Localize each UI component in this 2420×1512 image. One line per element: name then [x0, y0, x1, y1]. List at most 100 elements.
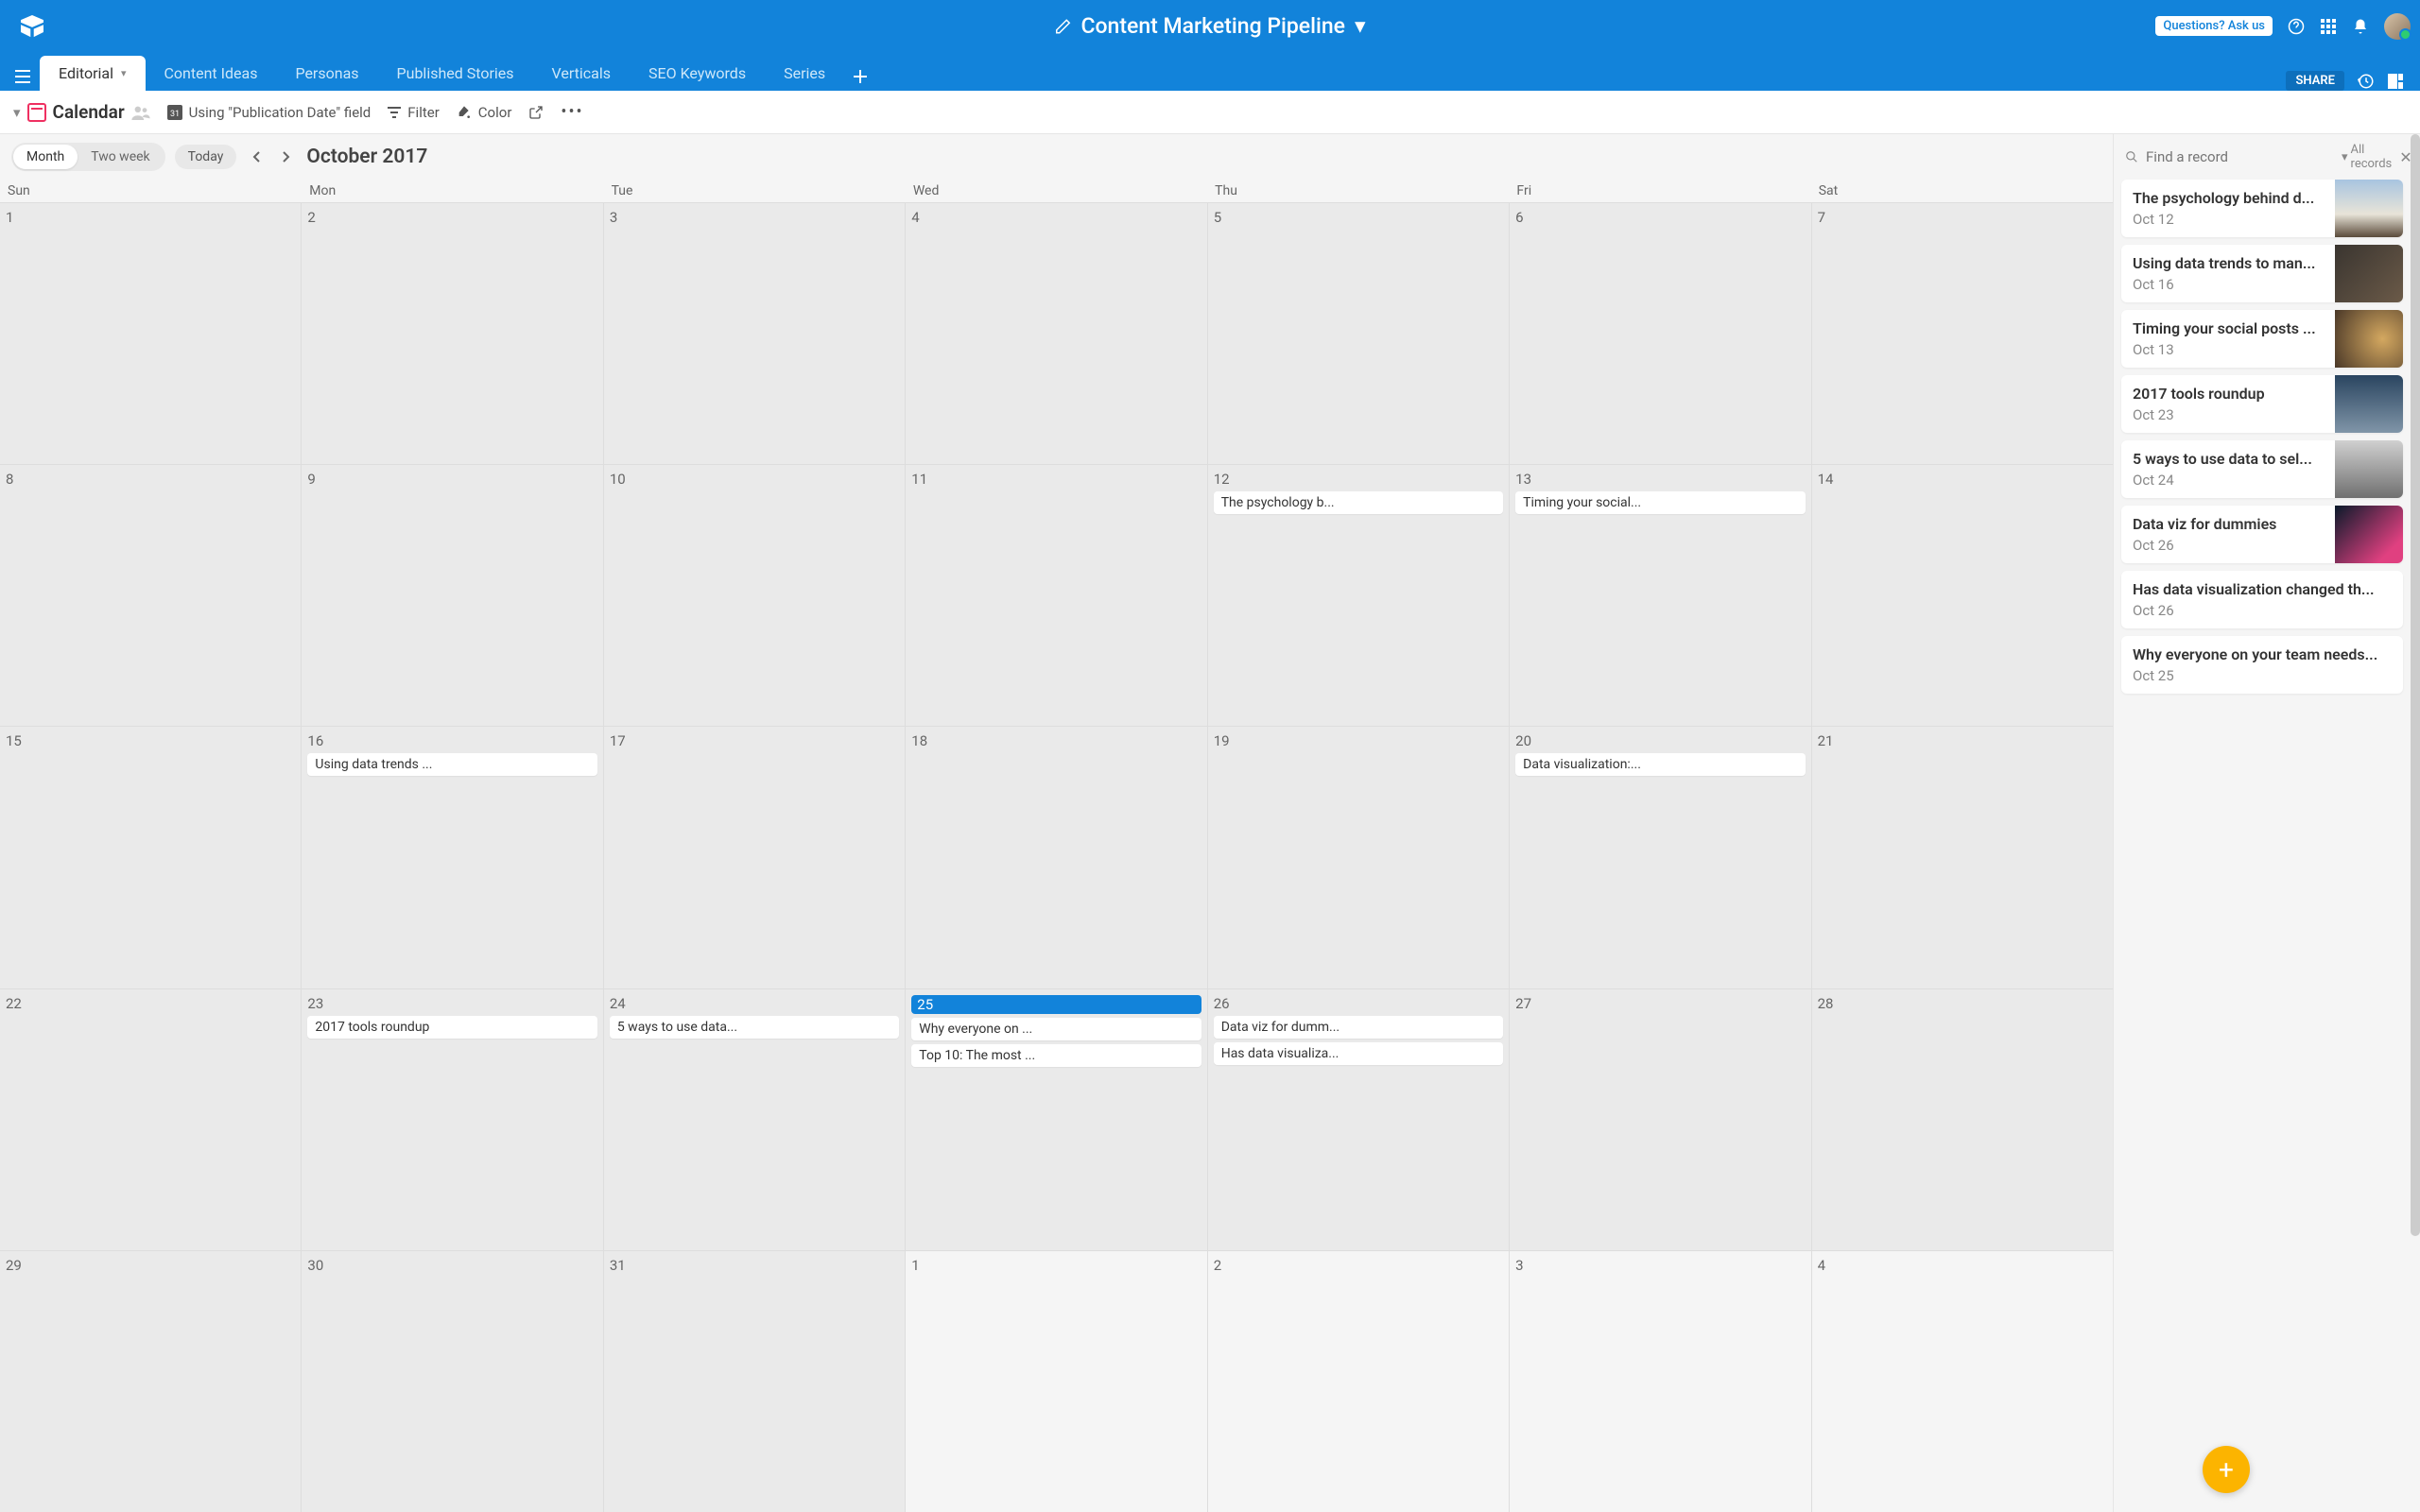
calendar-cell[interactable]: 28: [1812, 989, 2113, 1250]
calendar-event[interactable]: Top 10: The most ...: [911, 1044, 1201, 1067]
calendar-header: Month Two week Today October 2017: [0, 134, 2113, 180]
calendar-cell[interactable]: 8: [0, 465, 301, 726]
calendar-cell[interactable]: 27: [1510, 989, 1810, 1250]
calendar-cell[interactable]: 26Data viz for dumm...Has data visualiza…: [1208, 989, 1509, 1250]
more-button[interactable]: •••: [561, 102, 583, 122]
tab-content-ideas[interactable]: Content Ideas: [146, 56, 277, 91]
add-record-fab[interactable]: +: [2203, 1446, 2250, 1493]
tab-seo-keywords[interactable]: SEO Keywords: [630, 56, 765, 91]
calendar-cell[interactable]: 13Timing your social...: [1510, 465, 1810, 726]
calendar-cell[interactable]: 20 Data visualization:...: [1510, 727, 1810, 988]
filter-dropdown[interactable]: ▾ All records: [2342, 143, 2392, 171]
record-thumbnail: [2335, 310, 2403, 368]
search-input[interactable]: [2146, 148, 2334, 165]
calendar-cell[interactable]: 30: [302, 1251, 602, 1512]
calendar-cell[interactable]: 232017 tools roundup: [302, 989, 602, 1250]
day-number: 24: [610, 995, 899, 1012]
day-number: 15: [6, 732, 295, 749]
apps-icon[interactable]: [2320, 18, 2337, 35]
calendar-cell[interactable]: 2: [302, 203, 602, 464]
record-card[interactable]: Using data trends to man...Oct 16: [2121, 245, 2403, 302]
calendar-cell[interactable]: 9: [302, 465, 602, 726]
view-toolbar: ▾ Calendar 31 Using "Publication Date" f…: [0, 91, 2420, 134]
next-button[interactable]: [276, 146, 297, 167]
calendar-cell[interactable]: 24 5 ways to use data...: [604, 989, 905, 1250]
calendar-cell[interactable]: 11: [906, 465, 1206, 726]
calendar-cell[interactable]: 1: [0, 203, 301, 464]
questions-button[interactable]: Questions? Ask us: [2155, 16, 2273, 36]
calendar-cell[interactable]: 17: [604, 727, 905, 988]
calendar-cell[interactable]: 25Why everyone on ...Top 10: The most ..…: [906, 989, 1206, 1250]
day-number: 29: [6, 1257, 295, 1274]
record-card[interactable]: Timing your social posts ...Oct 13: [2121, 310, 2403, 368]
record-card[interactable]: 5 ways to use data to sel...Oct 24: [2121, 440, 2403, 498]
calendar-cell[interactable]: 18: [906, 727, 1206, 988]
calendar-cell[interactable]: 2: [1208, 1251, 1509, 1512]
share-button[interactable]: SHARE: [2286, 71, 2344, 91]
record-card[interactable]: Has data visualization changed th...Oct …: [2121, 571, 2403, 628]
calendar-cell[interactable]: 19: [1208, 727, 1509, 988]
app-logo[interactable]: [19, 15, 45, 38]
calendar-event[interactable]: Data viz for dumm...: [1214, 1016, 1503, 1039]
calendar-cell[interactable]: 4: [906, 203, 1206, 464]
calendar-cell[interactable]: 3: [1510, 1251, 1810, 1512]
field-config[interactable]: 31 Using "Publication Date" field: [167, 104, 372, 121]
calendar-cell[interactable]: 14: [1812, 465, 2113, 726]
calendar-event[interactable]: Why everyone on ...: [911, 1018, 1201, 1040]
avatar[interactable]: [2384, 13, 2411, 40]
add-tab-button[interactable]: [844, 62, 876, 91]
segment-month[interactable]: Month: [13, 145, 78, 169]
doc-title[interactable]: Content Marketing Pipeline ▾: [1054, 13, 1365, 39]
calendar-cell[interactable]: 7: [1812, 203, 2113, 464]
calendar-event[interactable]: 5 ways to use data...: [610, 1016, 899, 1039]
help-icon[interactable]: [2288, 18, 2305, 35]
svg-text:31: 31: [170, 110, 180, 119]
day-number: 16: [307, 732, 596, 749]
external-link-button[interactable]: [528, 105, 544, 120]
scrollbar[interactable]: [2411, 134, 2420, 1512]
tab-personas[interactable]: Personas: [276, 56, 377, 91]
layout-icon[interactable]: [2388, 74, 2403, 89]
today-button[interactable]: Today: [175, 145, 237, 169]
calendar-cell[interactable]: 15: [0, 727, 301, 988]
calendar-cell[interactable]: 6: [1510, 203, 1810, 464]
calendar-event[interactable]: Using data trends ...: [307, 753, 596, 776]
record-card[interactable]: The psychology behind d...Oct 12: [2121, 180, 2403, 237]
history-icon[interactable]: [2358, 73, 2375, 90]
calendar-cell[interactable]: 4: [1812, 1251, 2113, 1512]
calendar-cell[interactable]: 10: [604, 465, 905, 726]
calendar-cell[interactable]: 5: [1208, 203, 1509, 464]
tab-published-stories[interactable]: Published Stories: [378, 56, 533, 91]
day-number: 20: [1515, 732, 1805, 749]
record-card[interactable]: 2017 tools roundupOct 23: [2121, 375, 2403, 433]
view-segment: Month Two week: [11, 143, 165, 171]
day-of-week-row: SunMonTueWedThuFriSat: [0, 180, 2113, 202]
menu-icon[interactable]: [6, 62, 40, 91]
segment-twoweek[interactable]: Two week: [78, 145, 163, 169]
calendar-event[interactable]: 2017 tools roundup: [307, 1016, 596, 1039]
calendar-cell[interactable]: 12The psychology b...: [1208, 465, 1509, 726]
calendar-cell[interactable]: 31: [604, 1251, 905, 1512]
calendar-cell[interactable]: 29: [0, 1251, 301, 1512]
calendar-cell[interactable]: 21: [1812, 727, 2113, 988]
tab-editorial[interactable]: Editorial▾: [40, 56, 146, 91]
calendar-cell[interactable]: 22: [0, 989, 301, 1250]
view-switcher[interactable]: ▾ Calendar: [13, 101, 150, 123]
prev-button[interactable]: [246, 146, 267, 167]
record-card[interactable]: Why everyone on your team needs...Oct 25: [2121, 636, 2403, 694]
calendar-event[interactable]: Has data visualiza...: [1214, 1042, 1503, 1065]
calendar-cell[interactable]: 16 Using data trends ...: [302, 727, 602, 988]
filter-button[interactable]: Filter: [388, 104, 440, 121]
calendar-cell[interactable]: 1: [906, 1251, 1206, 1512]
record-card[interactable]: Data viz for dummiesOct 26: [2121, 506, 2403, 563]
calendar-event[interactable]: Data visualization:...: [1515, 753, 1805, 776]
day-number: 4: [911, 209, 1201, 226]
record-date: Oct 12: [2133, 211, 2324, 228]
calendar-event[interactable]: The psychology b...: [1214, 491, 1503, 514]
calendar-event[interactable]: Timing your social...: [1515, 491, 1805, 514]
calendar-cell[interactable]: 3: [604, 203, 905, 464]
tab-verticals[interactable]: Verticals: [533, 56, 631, 91]
bell-icon[interactable]: [2352, 18, 2369, 35]
color-button[interactable]: Color: [457, 104, 512, 121]
tab-series[interactable]: Series: [765, 56, 844, 91]
